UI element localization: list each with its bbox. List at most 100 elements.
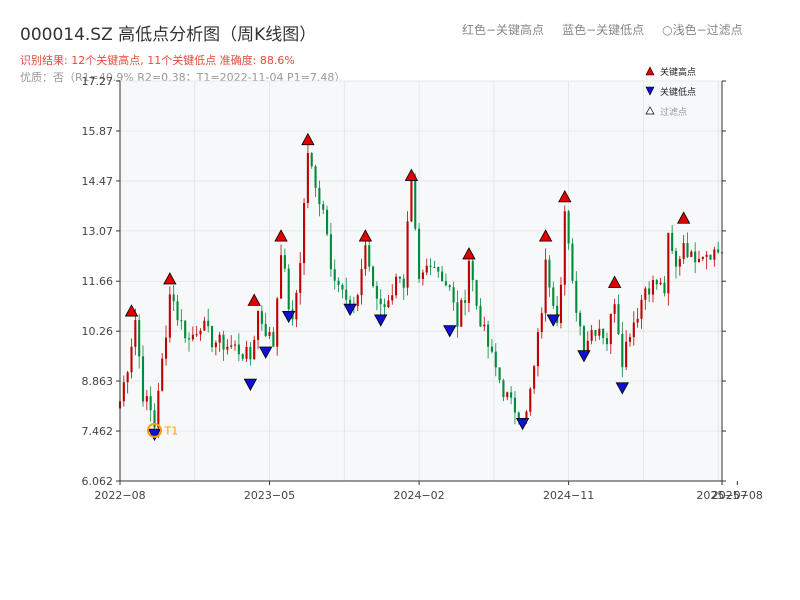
y-tick-label: 10.26 <box>82 325 114 338</box>
legend-low-label: 关键低点 <box>660 86 696 98</box>
candle-body <box>226 346 229 350</box>
candle-body <box>701 256 704 259</box>
candle-body <box>494 351 497 368</box>
candle-body <box>383 304 386 308</box>
candle-body <box>345 289 348 300</box>
candle-body <box>667 232 670 294</box>
candle-body <box>379 298 382 305</box>
candle-body <box>172 294 175 302</box>
candle-body <box>594 329 597 336</box>
candle-body <box>230 345 233 347</box>
x-tick-label: 2024−02 <box>393 489 444 502</box>
candle-body <box>145 396 148 402</box>
candle-body <box>452 287 455 303</box>
candle-body <box>421 272 424 279</box>
candle-body <box>640 299 643 319</box>
candle-body <box>651 279 655 295</box>
candle-body <box>582 326 586 353</box>
candle-body <box>134 320 137 347</box>
candle-body <box>709 254 712 260</box>
candle-body <box>690 251 693 257</box>
candle-body <box>502 380 505 398</box>
candle-body <box>456 302 459 327</box>
y-tick-label: 17.27 <box>82 75 114 88</box>
candle-body <box>498 367 501 381</box>
candle-body <box>628 337 632 342</box>
candle-body <box>318 187 321 205</box>
candle-body <box>372 266 375 287</box>
candle-body <box>705 254 708 257</box>
candle-body <box>176 301 179 321</box>
candle-body <box>544 259 547 314</box>
candle-body <box>233 344 237 346</box>
candle-body <box>329 234 332 270</box>
candle-body <box>625 341 628 368</box>
candle-body <box>184 320 187 339</box>
candle-body <box>571 243 574 281</box>
candle-body <box>279 255 283 299</box>
candle-body <box>414 179 417 229</box>
candle-body <box>218 334 221 343</box>
candle-body <box>559 284 563 323</box>
x-tick-label: 2024−11 <box>543 489 594 502</box>
candle-body <box>441 271 444 282</box>
candle-body <box>490 346 493 352</box>
candle-body <box>609 313 612 345</box>
candle-body <box>326 209 329 235</box>
y-tick-label: 14.47 <box>82 175 114 188</box>
x-tick-label: 2025−08 <box>712 489 763 502</box>
candle-body <box>479 305 482 327</box>
candle-body <box>410 179 413 222</box>
candle-body <box>149 396 152 411</box>
candle-body <box>418 228 421 279</box>
candle-body <box>256 311 260 340</box>
candle-body <box>674 250 678 267</box>
candle-body <box>122 382 125 402</box>
candle-body <box>310 153 313 167</box>
y-tick-label: 11.66 <box>82 275 114 288</box>
candle-body <box>237 344 240 355</box>
candle-body <box>602 328 605 339</box>
candle-body <box>694 251 697 263</box>
candle-body <box>249 346 252 360</box>
candle-body <box>659 282 662 285</box>
y-tick-label: 13.07 <box>82 225 114 238</box>
candle-body <box>540 313 543 333</box>
candle-body <box>168 294 171 338</box>
candle-body <box>245 346 248 359</box>
candle-body <box>333 269 336 281</box>
candle-body <box>141 356 145 402</box>
candle-body <box>126 372 129 383</box>
candle-body <box>506 392 509 398</box>
candle-body <box>138 320 141 357</box>
candle-body <box>636 318 639 323</box>
candle-body <box>276 298 279 347</box>
candle-body <box>483 324 486 327</box>
candle-body <box>398 276 401 279</box>
candle-body <box>161 358 164 391</box>
candle-body <box>444 281 447 286</box>
candle-body <box>433 266 436 268</box>
candle-body <box>644 288 647 300</box>
legend-high-marker <box>645 66 655 76</box>
candle-body <box>717 249 720 253</box>
candle-body <box>395 276 398 296</box>
candle-body <box>686 243 689 257</box>
x-tick-label: 2022−08 <box>94 489 145 502</box>
candle-body <box>671 232 674 251</box>
candle-body <box>563 211 566 285</box>
candle-body <box>337 280 340 285</box>
candle-body <box>241 354 244 359</box>
candle-body <box>187 338 191 340</box>
candle-body <box>295 292 298 320</box>
candle-body <box>513 397 516 413</box>
candle-body <box>387 300 390 308</box>
candle-body <box>621 333 624 368</box>
candle-body <box>467 260 470 303</box>
candle-body <box>264 323 267 336</box>
candle-body <box>552 287 555 306</box>
candle-body <box>548 259 551 288</box>
candle-body <box>663 282 666 294</box>
candle-body <box>303 203 306 264</box>
candle-body <box>682 243 685 259</box>
